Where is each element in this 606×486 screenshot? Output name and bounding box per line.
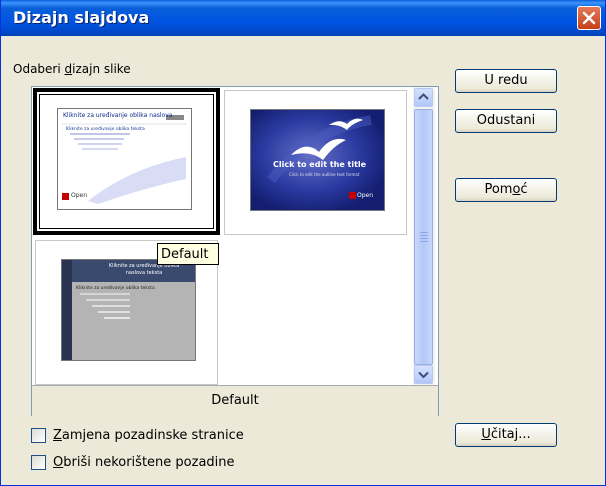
scroll-down-button[interactable] — [414, 365, 433, 384]
ok-button[interactable]: U redu — [455, 69, 557, 93]
slide-logo-text: Open — [357, 192, 374, 199]
chevron-down-icon — [418, 371, 429, 379]
design-thumb-blue[interactable]: Click to edit the title Click to edit th… — [224, 90, 407, 235]
slide-title-text: Click to edit the title — [273, 160, 367, 169]
gallery-scrollbar[interactable] — [413, 87, 435, 385]
replace-background-label[interactable]: Zamjena pozadinske stranice — [53, 428, 244, 443]
cancel-button[interactable]: Odustani — [455, 109, 557, 133]
help-button[interactable]: Pomoć — [455, 178, 557, 202]
slide-body-text: Kliknite za uređivanje oblika teksta — [66, 127, 145, 132]
delete-unused-checkbox[interactable] — [31, 455, 46, 470]
selected-design-caption: Default — [32, 385, 438, 416]
dialog-title: Dizajn slajdova — [13, 8, 150, 27]
default-tooltip: Default — [157, 243, 219, 265]
close-icon — [582, 11, 596, 25]
slide-sub-text: Click to edit the outline text format — [289, 172, 360, 177]
design-gallery[interactable]: Kliknite za uređivanje oblika naslova Kl… — [31, 86, 439, 416]
slide-title-text: Kliknite za uređivanje oblika naslova te… — [108, 263, 180, 276]
slide-design-dialog: Dizajn slajdova Odaberi dizajn slike Kli… — [0, 0, 606, 486]
scroll-up-button[interactable] — [414, 88, 433, 107]
slide-preview-default: Kliknite za uređivanje oblika naslova Kl… — [57, 108, 192, 210]
replace-background-checkbox[interactable] — [31, 428, 46, 443]
slide-preview-gray: Kliknite za uređivanje oblika naslova te… — [61, 259, 196, 361]
title-bar[interactable]: Dizajn slajdova — [1, 0, 605, 36]
slide-body-text: Kliknite za uređivanje oblika teksta — [76, 286, 155, 291]
design-thumb-default[interactable]: Kliknite za uređivanje oblika naslova Kl… — [33, 88, 220, 235]
slide-preview-blue: Click to edit the title Click to edit th… — [250, 109, 385, 211]
load-button[interactable]: Učitaj... — [455, 423, 557, 447]
delete-unused-label[interactable]: Obriši nekorištene pozadine — [53, 455, 235, 470]
slide-title-text: Kliknite za uređivanje oblika naslova — [63, 112, 173, 119]
scroll-thumb[interactable] — [414, 109, 433, 365]
slide-logo-text: Open — [71, 192, 88, 199]
select-design-label: Odaberi dizajn slike — [13, 62, 131, 76]
close-button[interactable] — [577, 6, 601, 30]
chevron-up-icon — [418, 93, 429, 100]
